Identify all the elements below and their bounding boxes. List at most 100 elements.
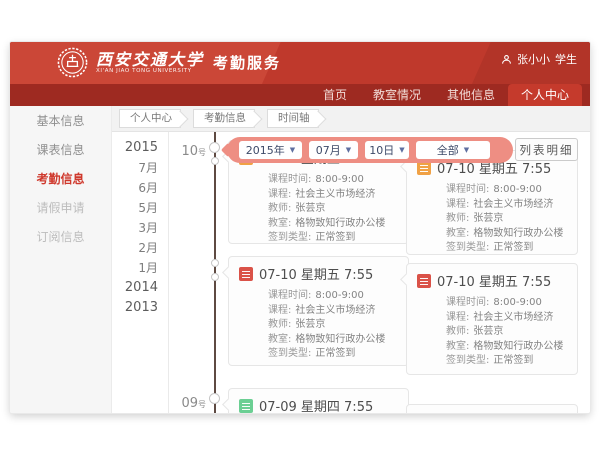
card-header: 07-10 星期五 7:55	[417, 271, 569, 290]
type-dropdown[interactable]: 全部 ▼	[416, 141, 490, 159]
detail-value: 正常签到	[315, 348, 355, 359]
detail-row: 课程: 社会主义市场经济	[268, 304, 400, 319]
timeline-marker	[209, 393, 220, 404]
rail-item[interactable]: 1月	[114, 258, 158, 278]
detail-row: 教室:格物致知行政办公楼	[268, 217, 400, 232]
detail-label: 课程:	[268, 305, 291, 316]
university-logo: 西安交通大学 XI'AN JIAO TONG UNIVERSITY 考勤服务	[56, 46, 281, 79]
sidebar-item[interactable]: 请假申请	[10, 194, 111, 223]
rail-item[interactable]: 2月	[114, 238, 158, 258]
university-name-en: XI'AN JIAO TONG UNIVERSITY	[96, 68, 204, 74]
detail-label: 教师:	[268, 203, 291, 214]
sidebar-item[interactable]: 基本信息	[10, 107, 111, 136]
attendance-card[interactable]: 07-10 星期五 7:55 课程时间:8:00-9:00 课程: 社会主义市场经…	[228, 256, 409, 366]
day-label: 10号	[168, 140, 206, 159]
breadcrumb: 个人中心 考勤信息 时间轴	[112, 106, 590, 132]
year-dropdown[interactable]: 2015年 ▼	[239, 141, 302, 159]
detail-row: 课程:社会主义市场经济	[268, 188, 400, 203]
detail-row: 教室:格物致知行政办公楼	[446, 340, 569, 355]
app-window: 西安交通大学 XI'AN JIAO TONG UNIVERSITY 考勤服务 张…	[10, 42, 590, 413]
rail-item[interactable]: 2015	[114, 138, 158, 158]
timeline-rail: 2015 7月 6月 5月 3月 2月 1月 2014 2013	[114, 138, 158, 318]
timeline-marker	[211, 259, 219, 267]
detail-value: 8:00-9:00	[315, 174, 364, 185]
sidebar-item[interactable]: 订阅信息	[10, 223, 111, 252]
day-dropdown[interactable]: 10日 ▼	[365, 141, 409, 159]
card-details: 课程时间:8:00-9:00 课程:社会主义市场经济 教师:张芸京 教室:格物致…	[268, 173, 400, 246]
checkin-stamp-icon	[239, 267, 253, 281]
list-detail-button[interactable]: 列表明细	[515, 138, 578, 161]
card-header	[417, 412, 569, 413]
detail-row: 教室:格物致知行政办公楼	[446, 227, 569, 242]
type-dropdown-value: 全部	[437, 142, 459, 158]
nav-tab[interactable]: 教室情况	[360, 84, 434, 106]
attendance-card[interactable]: 07-10 星期五 7:55 课程时间:8:00-9:00 课程: 社会主义市场经…	[406, 263, 578, 375]
card-title: 07-10 星期五 7:55	[437, 271, 551, 290]
day-number: 09	[181, 396, 198, 411]
sidebar-item[interactable]: 课表信息	[10, 136, 111, 165]
detail-row: 课程:社会主义市场经济	[446, 198, 569, 213]
chevron-down-icon: ▼	[290, 146, 295, 154]
rail-item[interactable]: 2013	[114, 298, 158, 318]
detail-label: 教室:	[268, 218, 291, 229]
breadcrumb-item[interactable]: 时间轴	[267, 109, 319, 128]
timeline-marker	[211, 157, 219, 165]
breadcrumb-item[interactable]: 个人中心	[119, 109, 181, 128]
sidebar-item[interactable]: 考勤信息	[10, 165, 111, 194]
detail-value: 社会主义市场经济	[473, 312, 553, 323]
detail-label: 教师:	[446, 213, 469, 224]
detail-label: 课程:	[268, 189, 291, 200]
detail-row: 签到类型:正常签到	[446, 354, 569, 369]
chevron-down-icon: ▼	[346, 146, 351, 154]
month-dropdown-value: 07月	[316, 142, 341, 158]
day-number: 10	[181, 144, 198, 159]
detail-value: 格物致知行政办公楼	[473, 341, 563, 352]
rail-divider	[168, 132, 169, 413]
user-name: 张小小	[517, 51, 550, 67]
nav-tab[interactable]: 其他信息	[434, 84, 508, 106]
detail-value: 社会主义市场经济	[473, 199, 553, 210]
detail-label: 课程:	[446, 312, 469, 323]
breadcrumb-item[interactable]: 考勤信息	[193, 109, 255, 128]
day-label: 09号	[168, 392, 206, 411]
attendance-card[interactable]: 07-10 星期五 7:55 课程时间:8:00-9:00 课程:社会主义市场经…	[406, 150, 578, 255]
card-title: 07-10 星期五 7:55	[259, 264, 373, 283]
card-details: 课程时间:8:00-9:00 课程:社会主义市场经济 教师:张芸京 教室:格物致…	[446, 183, 569, 256]
detail-value: 格物致知行政办公楼	[295, 334, 385, 345]
year-dropdown-value: 2015年	[246, 142, 285, 158]
chevron-down-icon: ▼	[464, 146, 469, 154]
detail-value: 社会主义市场经济	[295, 305, 375, 316]
user-info[interactable]: 张小小 学生	[501, 51, 577, 67]
university-name-cn: 西安交通大学	[96, 51, 204, 68]
detail-row: 课程时间:8:00-9:00	[446, 296, 569, 311]
detail-row: 课程时间:8:00-9:00	[268, 289, 400, 304]
person-icon	[501, 54, 512, 65]
rail-item[interactable]: 5月	[114, 198, 158, 218]
day-dropdown-value: 10日	[369, 142, 394, 158]
month-dropdown[interactable]: 07月 ▼	[309, 141, 358, 159]
detail-label: 签到类型:	[446, 242, 489, 253]
detail-row: 课程时间:8:00-9:00	[446, 183, 569, 198]
attendance-card[interactable]	[406, 404, 578, 413]
timeline-marker	[211, 273, 219, 281]
detail-value: 正常签到	[493, 355, 533, 366]
chevron-down-icon: ▼	[399, 146, 404, 154]
detail-row: 签到类型:正常签到	[268, 347, 400, 362]
rail-item[interactable]: 3月	[114, 218, 158, 238]
detail-value: 8:00-9:00	[493, 297, 542, 308]
day-suffix: 号	[198, 148, 206, 157]
detail-label: 教师:	[446, 326, 469, 337]
rail-item[interactable]: 2014	[114, 278, 158, 298]
rail-item[interactable]: 7月	[114, 158, 158, 178]
detail-value: 张芸京	[473, 326, 503, 337]
detail-value: 张芸京	[295, 319, 325, 330]
rail-item[interactable]: 6月	[114, 178, 158, 198]
attendance-card[interactable]: 07-09 星期四 7:55	[228, 388, 409, 413]
nav-tab[interactable]: 首页	[310, 84, 360, 106]
card-details: 课程时间:8:00-9:00 课程: 社会主义市场经济 教师: 张芸京 教室:格物致…	[446, 296, 569, 369]
checkin-stamp-icon	[417, 274, 431, 288]
sidebar: 基本信息 课表信息 考勤信息 请假申请 订阅信息	[10, 106, 112, 413]
page: 西安交通大学 XI'AN JIAO TONG UNIVERSITY 考勤服务 张…	[0, 0, 600, 450]
detail-value: 8:00-9:00	[493, 184, 542, 195]
nav-tab[interactable]: 个人中心	[508, 84, 582, 106]
